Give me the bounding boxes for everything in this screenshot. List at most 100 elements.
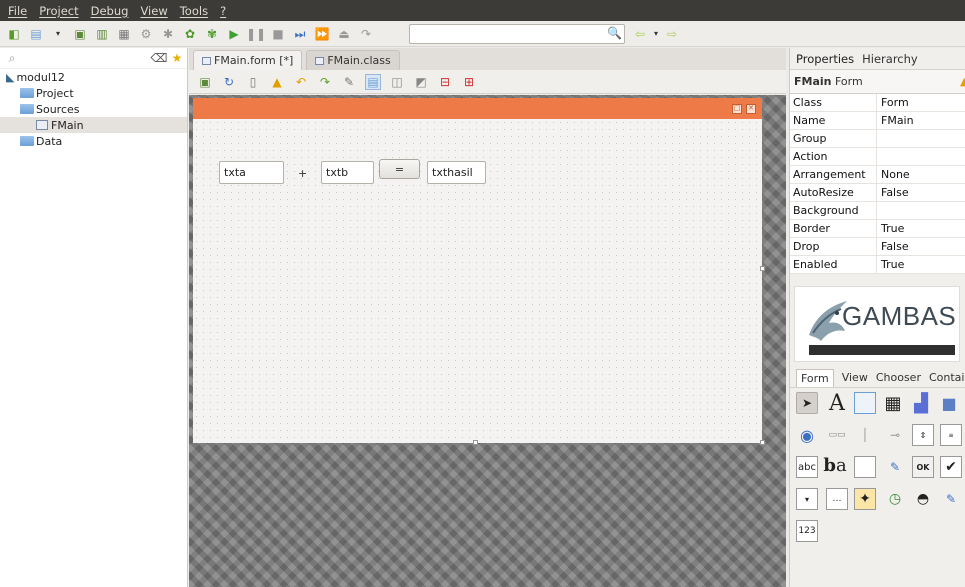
combobox-tool-icon[interactable]: ▾ (796, 488, 818, 510)
menu-debug[interactable]: Debug (91, 4, 129, 18)
label-tool-icon[interactable]: A (826, 391, 848, 416)
valuebox-tool[interactable]: 123 (796, 520, 818, 542)
txtb-textbox[interactable]: txtb (321, 161, 374, 184)
reload-icon[interactable]: ↻ (221, 74, 237, 90)
tree-search[interactable]: ⌕ ⌫ ★ (0, 48, 187, 69)
property-row[interactable]: Background (790, 202, 965, 220)
properties-icon[interactable]: ▦ (116, 26, 132, 42)
equals-button[interactable]: = (379, 159, 420, 179)
menu-tools[interactable]: Tools (180, 4, 208, 18)
textarea-tool-icon[interactable] (854, 392, 876, 414)
separator-tool-icon[interactable]: │ (854, 424, 876, 446)
tab-fmain-class[interactable]: FMain.class (306, 50, 400, 70)
property-row[interactable]: Class Form (790, 94, 965, 112)
star-icon[interactable]: ★ (169, 50, 185, 66)
gridview-tool-icon[interactable]: ▦ (882, 392, 904, 414)
tree-item-project[interactable]: Project (0, 85, 187, 101)
back-arrow-icon[interactable]: ⇦ (632, 26, 648, 42)
textbox-tool[interactable]: abc (796, 456, 818, 478)
property-row[interactable]: Arrangement None (790, 166, 965, 184)
property-row[interactable]: AutoResize False (790, 184, 965, 202)
new-project-icon[interactable]: ◧ (6, 26, 22, 42)
search-input[interactable]: 🔍 (409, 24, 625, 44)
menu-editor-icon[interactable]: ▤ (365, 73, 381, 90)
timer-tool-icon[interactable]: ◷ (884, 488, 906, 510)
dropdown-arrow-icon[interactable]: ▾ (50, 26, 66, 42)
forward-icon[interactable]: ⏩ (314, 26, 330, 42)
txthasil-textbox[interactable]: txthasil (427, 161, 486, 184)
picture-tool-icon[interactable]: ▟ (910, 392, 932, 414)
stop-icon[interactable]: ■ (270, 26, 286, 42)
redo-icon[interactable]: ↷ (358, 26, 374, 42)
tab-chooser[interactable]: Chooser (876, 371, 921, 384)
menu-project[interactable]: Project (39, 4, 78, 18)
property-row[interactable]: Name FMain (790, 112, 965, 130)
tab-form[interactable]: Form (796, 368, 834, 387)
property-row[interactable]: Drop False (790, 238, 965, 256)
tree-item-fmain[interactable]: FMain (0, 117, 187, 133)
slider-tool-icon[interactable]: ⊸ (884, 424, 906, 446)
compile-icon[interactable]: ✱ (160, 26, 176, 42)
bring-front-icon[interactable]: ◫ (389, 74, 405, 90)
clear-icon[interactable]: ⌫ (151, 50, 168, 66)
forward-arrow-icon[interactable]: ⇨ (664, 26, 680, 42)
txta-textbox[interactable]: txta (219, 161, 284, 184)
step-icon[interactable]: ⏭ (292, 26, 308, 42)
debug-icon[interactable]: ✾ (204, 26, 220, 42)
document-icon[interactable]: ▯ (245, 74, 261, 90)
plus-label[interactable]: + (298, 167, 307, 180)
menu-help[interactable]: ? (220, 4, 226, 18)
redo-icon[interactable]: ↷ (317, 74, 333, 90)
tab-fmain-form[interactable]: FMain.form [*] (193, 50, 303, 70)
property-row[interactable]: Enabled True (790, 256, 965, 274)
save-icon[interactable]: ▣ (197, 74, 213, 90)
button-tool[interactable]: OK (912, 456, 934, 478)
tab-hierarchy[interactable]: Hierarchy (862, 52, 918, 66)
tree-root[interactable]: ◣ modul12 (0, 69, 187, 85)
pointer-tool-icon[interactable]: ➤ (796, 392, 818, 414)
menu-file[interactable]: File (8, 4, 27, 18)
align-horizontal-icon[interactable]: ⊟ (437, 74, 453, 90)
search-icon[interactable]: 🔍 (607, 26, 622, 40)
resize-handle[interactable] (473, 440, 478, 445)
frame-tool-icon[interactable] (854, 456, 876, 478)
radio-tool-icon[interactable]: ◉ (796, 424, 818, 446)
lock-icon[interactable]: ▲ (269, 74, 285, 90)
resize-handle[interactable] (760, 266, 765, 271)
save-icon[interactable]: ▣ (72, 26, 88, 42)
textlabel-tool-icon[interactable]: ≡ (940, 424, 962, 446)
tree-item-sources[interactable]: Sources (0, 101, 187, 117)
pause-icon[interactable]: ❚❚ (246, 26, 266, 42)
form-design-area[interactable]: □ ✕ txta + txtb = txthasil (189, 95, 786, 587)
build-icon[interactable]: ✿ (182, 26, 198, 42)
gear-icon[interactable]: ⚙ (138, 26, 154, 42)
spinbox-tool-icon[interactable]: ⇕ (912, 424, 934, 446)
font-tool-icon[interactable]: ba (823, 454, 846, 476)
run-icon[interactable]: ▶ (226, 26, 242, 42)
checkbox-tool-icon[interactable]: ✔ (940, 456, 962, 478)
toolbutton-tool-icon[interactable]: ✎ (884, 456, 906, 478)
lock-icon[interactable]: ▲ (960, 75, 965, 88)
menubutton-tool-icon[interactable]: ✎ (940, 488, 962, 510)
send-back-icon[interactable]: ◩ (413, 74, 429, 90)
movie-tool-icon[interactable]: ✦ (854, 488, 876, 510)
align-vertical-icon[interactable]: ⊞ (461, 74, 477, 90)
property-row[interactable]: Action (790, 148, 965, 166)
scrollbar-tool-icon[interactable]: ▭▭ (826, 424, 848, 446)
resize-handle[interactable] (760, 440, 765, 445)
property-row[interactable]: Border True (790, 220, 965, 238)
tab-view[interactable]: View (842, 371, 868, 384)
save-all-icon[interactable]: ▥ (94, 26, 110, 42)
eject-icon[interactable]: ⏏ (336, 26, 352, 42)
panel-tool-icon[interactable]: ■ (938, 392, 960, 414)
edit-icon[interactable]: ✎ (341, 74, 357, 90)
undo-icon[interactable]: ↶ (293, 74, 309, 90)
property-row[interactable]: Group (790, 130, 965, 148)
menu-view[interactable]: View (140, 4, 167, 18)
mask-tool-icon[interactable]: ◓ (912, 488, 934, 510)
tab-properties[interactable]: Properties (796, 52, 854, 66)
tree-item-data[interactable]: Data (0, 133, 187, 149)
ellipsis-button-tool-icon[interactable]: … (826, 488, 848, 510)
dropdown-arrow-icon[interactable]: ▾ (648, 26, 664, 42)
tab-container[interactable]: Containe (929, 371, 965, 384)
